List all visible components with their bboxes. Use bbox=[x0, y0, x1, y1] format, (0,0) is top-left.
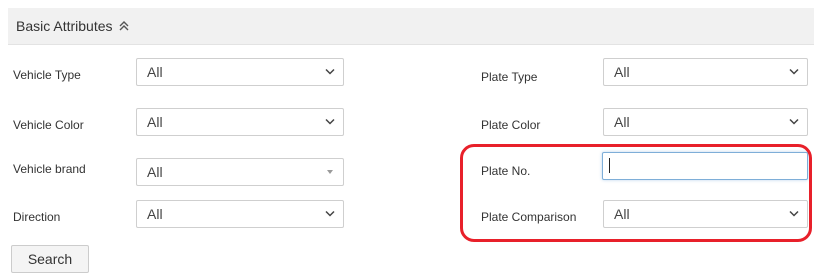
plate-comparison-label: Plate Comparison bbox=[481, 210, 577, 224]
double-chevron-up-icon[interactable] bbox=[118, 20, 130, 32]
direction-label: Direction bbox=[13, 210, 61, 224]
text-caret bbox=[609, 158, 610, 173]
section-title: Basic Attributes bbox=[16, 18, 113, 34]
plate-type-value: All bbox=[614, 64, 630, 80]
caret-down-icon bbox=[325, 169, 335, 176]
chevron-down-icon bbox=[325, 210, 335, 218]
plate-no-input[interactable] bbox=[602, 152, 808, 180]
vehicle-color-select[interactable]: All bbox=[136, 108, 344, 136]
chevron-down-icon bbox=[325, 68, 335, 76]
chevron-down-icon bbox=[789, 118, 799, 126]
search-button[interactable]: Search bbox=[11, 245, 89, 273]
basic-attributes-panel: Basic Attributes Vehicle Type All Vehicl… bbox=[0, 0, 814, 278]
chevron-down-icon bbox=[789, 210, 799, 218]
vehicle-brand-select[interactable]: All bbox=[136, 158, 344, 186]
vehicle-color-label: Vehicle Color bbox=[13, 118, 84, 132]
plate-color-label: Plate Color bbox=[481, 118, 541, 132]
direction-value: All bbox=[147, 206, 163, 222]
section-header[interactable]: Basic Attributes bbox=[8, 8, 814, 45]
vehicle-color-value: All bbox=[147, 114, 163, 130]
plate-color-select[interactable]: All bbox=[603, 108, 808, 136]
vehicle-brand-label: Vehicle brand bbox=[13, 162, 86, 176]
plate-type-select[interactable]: All bbox=[603, 58, 808, 86]
plate-no-label: Plate No. bbox=[481, 164, 531, 178]
plate-comparison-select[interactable]: All bbox=[603, 200, 808, 228]
plate-comparison-value: All bbox=[614, 206, 630, 222]
vehicle-type-value: All bbox=[147, 64, 163, 80]
direction-select[interactable]: All bbox=[136, 200, 344, 228]
plate-no-field-wrap bbox=[602, 152, 808, 180]
chevron-down-icon bbox=[789, 68, 799, 76]
vehicle-type-select[interactable]: All bbox=[136, 58, 344, 86]
chevron-down-icon bbox=[325, 118, 335, 126]
plate-color-value: All bbox=[614, 114, 630, 130]
vehicle-type-label: Vehicle Type bbox=[13, 68, 81, 82]
vehicle-brand-value: All bbox=[147, 164, 163, 180]
plate-type-label: Plate Type bbox=[481, 70, 538, 84]
